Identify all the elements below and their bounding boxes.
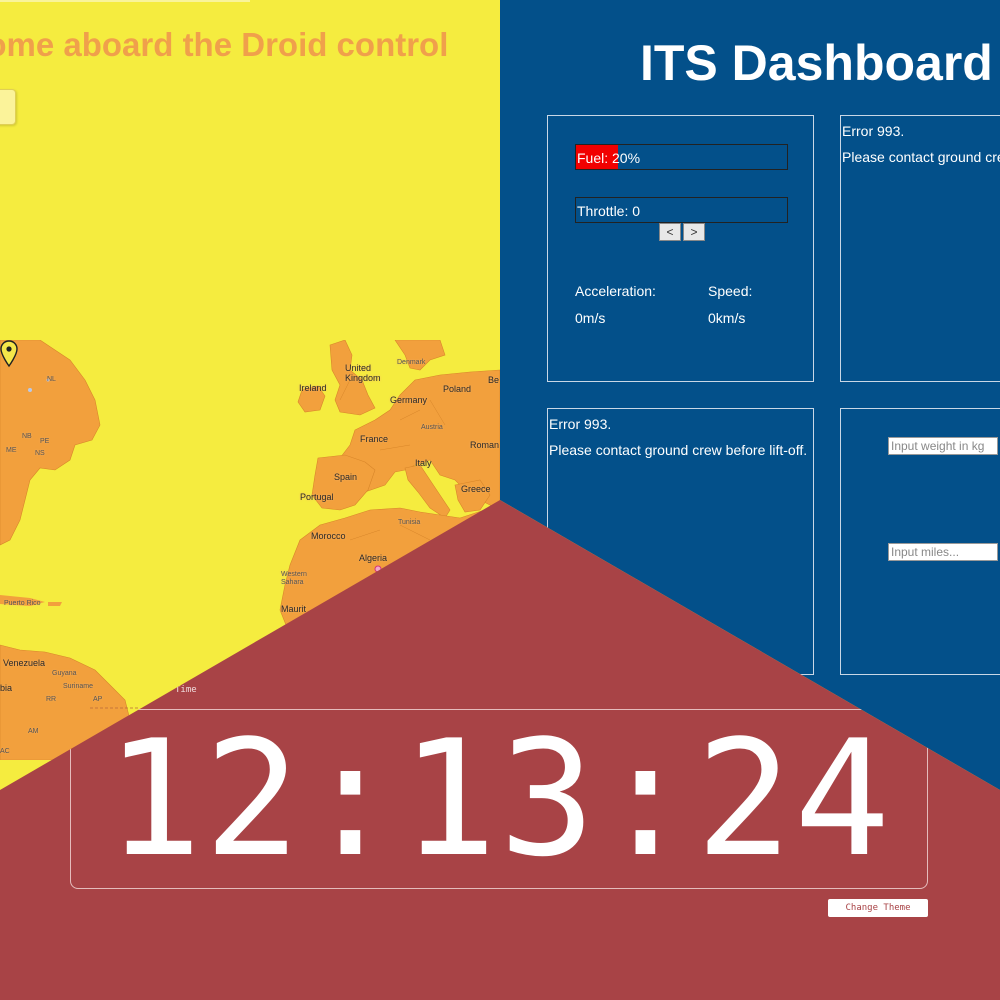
map-label-me: ME [6,447,17,454]
input-card [840,408,1000,675]
map-label-spain: Spain [334,472,358,482]
map-label-italy: Italy [415,458,432,468]
error-message: Please contact ground crew before lift-o… [549,442,808,458]
map-label-ap: AP [93,696,103,703]
map-label-united-kingdom: United Kingdom [345,363,381,383]
map-label-ireland: Ireland [299,383,327,393]
map-label-roman: Roman [470,440,500,450]
map-label-be: Be [488,375,500,385]
acceleration-label: Acceleration: [575,283,656,299]
throttle-label: Throttle: 0 [577,203,641,219]
map-label-tunisia: Tunisia [398,519,421,526]
fuel-gauge: Fuel: 20% [575,144,788,170]
map-label-germany: Germany [390,395,428,405]
map-label-ac: AC [0,748,10,755]
throttle-increase-button[interactable]: > [683,223,705,241]
map-label-am: AM [28,728,39,735]
error-message: Please contact ground cre [842,149,1000,165]
map-label-poland: Poland [443,384,472,394]
map-label-rr: RR [46,696,57,703]
map-label-algeria: Algeria [359,553,388,563]
map-label-denmark: Denmark [397,359,426,366]
throttle-decrease-button[interactable]: < [659,223,681,241]
droid-menu-button[interactable] [0,89,16,125]
error-card-top: Error 993. Please contact ground cre [840,115,1000,382]
error-title: Error 993. [549,416,612,432]
top-divider [0,0,250,2]
throttle-gauge: Throttle: 0 [575,197,788,223]
map-label-bia: bia [0,683,13,693]
welcome-title: come aboard the Droid control [0,26,449,63]
map-label-nl: NL [47,376,56,383]
map-label-greece: Greece [461,484,491,494]
fuel-label: Fuel: 20% [577,150,641,166]
speed-label: Speed: [708,283,753,299]
map-label-morocco: Morocco [311,531,346,541]
acceleration-value: 0m/s [575,310,606,326]
map-label-puerto-rico: Puerto Rico [4,600,41,607]
change-theme-button[interactable]: Change Theme [828,899,928,917]
clock-display: 12:13:24 [105,705,893,892]
map-label-guyana: Guyana [52,670,77,677]
map-label-pe: PE [40,438,50,445]
map-label-suriname: Suriname [63,683,93,690]
miles-input[interactable] [888,543,998,561]
dashboard-title: ITS Dashboard [640,35,993,91]
map-pin-icon[interactable] [0,340,18,368]
map-label-western-sahara: Western Sahara [281,571,307,586]
map-label-venezuela: Venezuela [3,658,46,668]
speed-value: 0km/s [708,310,746,326]
map-label-nb: NB [22,433,32,440]
map-label-portugal: Portugal [300,492,334,502]
map-label-maurit: Maurit [281,604,307,614]
controls-card: Fuel: 20% Throttle: 0 < > Acceleration: … [547,115,814,382]
clock-frame: 12:13:24 [70,709,928,889]
weight-input[interactable] [888,437,998,455]
error-title: Error 993. [842,123,905,139]
map-label-austria: Austria [421,424,443,431]
map-label-france: France [360,434,389,444]
map-label-ns: NS [35,450,45,457]
